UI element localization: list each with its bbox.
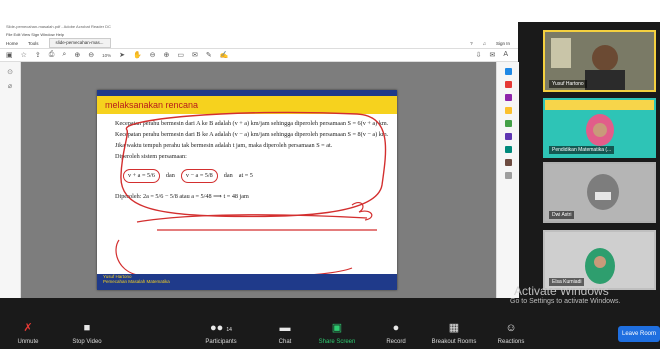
document-canvas[interactable]: melaksanakan rencana Kecepatan perahu be… xyxy=(21,62,496,298)
bell-icon[interactable]: ♫ xyxy=(483,41,486,46)
comment-tool-icon[interactable] xyxy=(504,107,512,114)
slide-page: melaksanakan rencana Kecepatan perahu be… xyxy=(97,90,397,290)
zoom-value[interactable]: 10% xyxy=(102,53,111,58)
hand-icon[interactable]: ✋ xyxy=(133,51,142,59)
muted-mic-icon: ✗ xyxy=(23,322,33,334)
participants-button[interactable]: ●● 14 Participants xyxy=(196,320,246,349)
participant-name-1: Yusuf Hartono xyxy=(549,80,587,88)
pdf-reader-window: Slide-pemecahan-masalah.pdf - Adobe Acro… xyxy=(0,22,519,298)
cursor-icon[interactable]: ➤ xyxy=(119,51,125,59)
fill-sign-icon[interactable] xyxy=(504,133,512,140)
search-icon[interactable]: ⌕ xyxy=(62,51,66,59)
send-icon[interactable] xyxy=(504,146,512,153)
unmute-button[interactable]: ✗ Unmute xyxy=(8,320,48,349)
share-screen-button[interactable]: ▣ Share Screen xyxy=(312,320,362,349)
tab-bar: Home Tools slide-pemecahan-mas... ? ♫ Si… xyxy=(0,38,518,49)
breakout-rooms-icon: ▦ xyxy=(448,322,460,334)
export-pdf-icon[interactable] xyxy=(504,68,512,75)
participants-count: 14 xyxy=(226,327,232,333)
organize-icon[interactable] xyxy=(504,120,512,127)
record-icon: ● xyxy=(392,322,400,334)
record-button[interactable]: ● Record xyxy=(380,320,412,349)
more-tools-icon[interactable] xyxy=(504,172,512,179)
print-icon[interactable]: ⎙ xyxy=(49,51,55,59)
slide-footer: Yusuf Hartono Pemecahan Masalah Matemati… xyxy=(97,274,397,290)
attach-icon[interactable]: ⌀ xyxy=(0,82,20,90)
top-strip xyxy=(0,0,660,22)
text-tool-icon[interactable]: A xyxy=(503,51,508,59)
window-title: Slide-pemecahan-masalah.pdf - Adobe Acro… xyxy=(6,24,111,29)
stop-video-button[interactable]: ■ Stop Video xyxy=(62,320,112,349)
menu-bar[interactable]: File Edit View Sign Window Help xyxy=(0,31,518,38)
tab-tools[interactable]: Tools xyxy=(28,41,39,46)
footer-course: Pemecahan Masalah Matematika xyxy=(103,279,170,284)
reactions-icon: ☺ xyxy=(505,322,517,334)
red-annotation-ink xyxy=(115,111,387,279)
participant-video-1[interactable]: Yusuf Hartono xyxy=(543,30,656,92)
participant-video-3[interactable]: Dwi Astri xyxy=(543,162,656,223)
signin-button[interactable]: Sign In xyxy=(496,41,510,46)
participant-video-4[interactable]: Elsa Kurniadi xyxy=(543,230,656,290)
save-icon[interactable]: ▣ xyxy=(6,51,13,59)
participant-name-3: Dwi Astri xyxy=(549,211,575,219)
share-screen-icon: ▣ xyxy=(331,322,343,334)
edit-pdf-icon[interactable] xyxy=(504,81,512,88)
left-panel: ⊙ ⌀ xyxy=(0,62,21,298)
create-pdf-icon[interactable] xyxy=(504,94,512,101)
participant-video-2[interactable]: Pendidikan Matematika (... xyxy=(543,98,656,158)
breakout-rooms-button[interactable]: ▦ Breakout Rooms xyxy=(422,320,486,349)
mail-icon[interactable]: ✉ xyxy=(489,51,495,59)
activate-windows-title: Activate Windows xyxy=(514,284,609,298)
fit-icon[interactable]: ▭ xyxy=(177,51,184,59)
sign-icon[interactable]: ✍ xyxy=(220,51,229,59)
zoom-out-icon[interactable]: ⊖ xyxy=(150,51,156,59)
star-icon[interactable]: ☆ xyxy=(21,51,27,59)
tab-document[interactable]: slide-pemecahan-mas... xyxy=(48,38,111,48)
upload-icon[interactable]: ⇪ xyxy=(35,51,41,59)
leave-room-button[interactable]: Leave Room xyxy=(618,326,660,342)
right-tools-panel xyxy=(496,62,519,298)
pdf-toolbar: ▣ ☆ ⇪ ⎙ ⌕ ⊕ ⊖ 10% ➤ ✋ ⊖ ⊕ ▭ ✉ ✎ ✍ ⇩ ✉ A xyxy=(0,49,518,62)
page-down-icon[interactable]: ⊖ xyxy=(88,51,94,59)
activate-windows-hint: Go to Settings to activate Windows. xyxy=(510,298,621,305)
chat-bubble-icon: ▬ xyxy=(279,322,291,334)
participants-icon: ●● 14 xyxy=(210,322,232,334)
meeting-toolbar: ✗ Unmute ■ Stop Video ●● 14 Participants… xyxy=(0,320,660,349)
reactions-button[interactable]: ☺ Reactions xyxy=(490,320,532,349)
help-icon[interactable]: ? xyxy=(470,41,473,46)
protect-icon[interactable] xyxy=(504,159,512,166)
tab-home[interactable]: Home xyxy=(6,41,18,46)
zoom-in-icon[interactable]: ⊕ xyxy=(164,51,170,59)
video-camera-icon: ■ xyxy=(83,322,91,334)
page-up-icon[interactable]: ⊕ xyxy=(74,51,80,59)
participant-name-2: Pendidikan Matematika (... xyxy=(549,146,615,154)
pages-icon[interactable]: ⊙ xyxy=(0,68,20,76)
pen-icon[interactable]: ✎ xyxy=(206,51,212,59)
share-icon[interactable]: ⇩ xyxy=(476,51,482,59)
comment-icon[interactable]: ✉ xyxy=(192,51,198,59)
chat-button[interactable]: ▬ Chat xyxy=(270,320,300,349)
